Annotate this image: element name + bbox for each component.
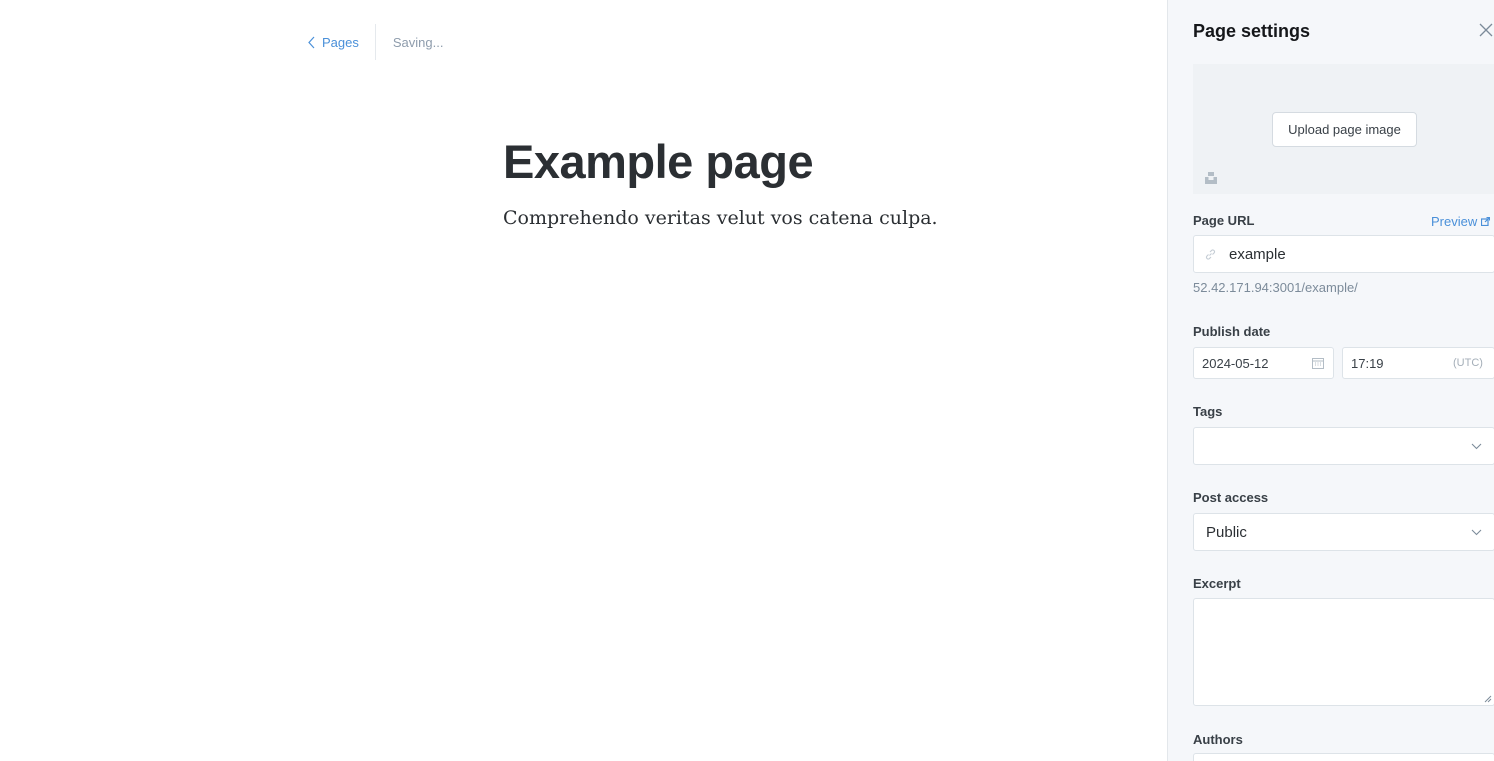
page-url-input[interactable]: example <box>1193 235 1494 273</box>
unsplash-icon[interactable] <box>1204 171 1218 185</box>
chevron-left-icon <box>308 36 315 48</box>
publish-time-input[interactable]: 17:19 (UTC) <box>1342 347 1494 379</box>
page-url-value: example <box>1229 246 1286 263</box>
page-url-label: Page URL <box>1193 213 1255 228</box>
publish-time-value: 17:19 <box>1351 356 1384 371</box>
post-access-value: Public <box>1206 524 1247 541</box>
close-settings-button[interactable] <box>1479 23 1494 39</box>
excerpt-label: Excerpt <box>1193 576 1241 591</box>
page-image-dropzone[interactable]: Upload page image <box>1193 64 1494 194</box>
close-icon <box>1479 23 1493 37</box>
page-title[interactable]: Example page <box>503 134 814 189</box>
post-access-select[interactable]: Public <box>1193 513 1494 551</box>
tags-label: Tags <box>1193 404 1223 419</box>
editor-topbar: Pages Saving... <box>307 24 443 60</box>
chevron-down-icon <box>1471 443 1482 450</box>
page-settings-panel: Page settings Upload page image Page URL… <box>1167 0 1494 761</box>
authors-label: Authors <box>1193 732 1243 747</box>
post-access-label: Post access <box>1193 490 1269 505</box>
publish-date-value: 2024-05-12 <box>1202 356 1269 371</box>
publish-date-input[interactable]: 2024-05-12 <box>1193 347 1334 379</box>
preview-label: Preview <box>1431 214 1478 229</box>
link-icon <box>1205 249 1216 260</box>
save-status: Saving... <box>392 34 444 50</box>
tags-select[interactable] <box>1193 427 1494 465</box>
full-url-hint: 52.42.171.94:3001/example/ <box>1193 280 1358 295</box>
authors-input[interactable] <box>1193 753 1494 761</box>
calendar-icon[interactable] <box>1312 357 1324 369</box>
upload-page-image-button[interactable]: Upload page image <box>1272 112 1417 147</box>
resize-grip-icon[interactable] <box>1484 695 1492 703</box>
editor-area: Pages Saving... Example page Comprehendo… <box>0 0 1167 761</box>
chevron-down-icon <box>1471 529 1482 536</box>
publish-date-label: Publish date <box>1193 324 1271 339</box>
page-body-text[interactable]: Comprehendo veritas velut vos catena cul… <box>503 207 938 229</box>
back-link-label: Pages <box>322 34 359 50</box>
excerpt-textarea[interactable] <box>1193 598 1494 706</box>
external-link-icon <box>1481 217 1491 226</box>
preview-link[interactable]: Preview <box>1431 214 1491 229</box>
panel-title: Page settings <box>1193 21 1311 41</box>
timezone-label: (UTC) <box>1453 357 1483 369</box>
back-to-pages-link[interactable]: Pages <box>307 24 376 60</box>
